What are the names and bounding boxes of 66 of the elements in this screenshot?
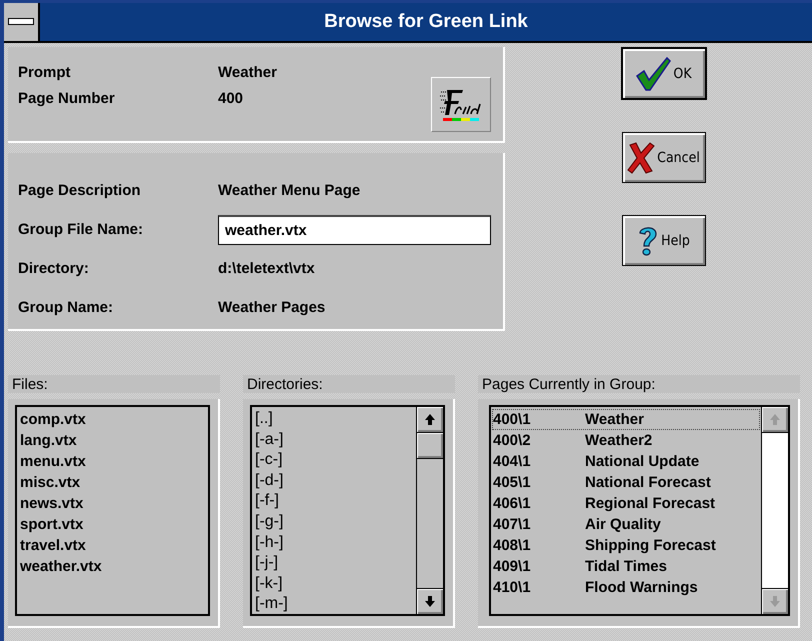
scroll-down-button[interactable] — [417, 588, 443, 614]
page-row[interactable]: 406\1 Regional Forecast — [492, 493, 760, 514]
list-title: Files: — [8, 375, 220, 393]
directory-item[interactable]: [-m-] — [255, 594, 413, 614]
window-title: Browse for Green Link — [323, 11, 529, 33]
page-row[interactable]: 400\2 Weather2 — [492, 430, 760, 451]
page-row[interactable]: 409\1 Tidal Times — [492, 556, 760, 577]
file-item[interactable]: sport.vtx — [20, 514, 205, 535]
page-row[interactable]: 410\1 Flood Warnings — [492, 577, 760, 598]
page-row[interactable]: 400\1 Weather — [492, 409, 760, 430]
field-value: Weather Menu Page — [218, 182, 360, 199]
scroll-up-button[interactable] — [762, 407, 788, 433]
file-item[interactable]: comp.vtx — [20, 409, 205, 430]
files-list[interactable]: comp.vtx lang.vtx menu.vtx misc.vtx news.vtx sport.vtx travel.vtx weather.vtx — [15, 405, 210, 616]
scroll-up-button[interactable] — [417, 407, 443, 433]
field-label: Directory: — [18, 260, 90, 277]
cancel-button[interactable]: Cancel — [622, 132, 706, 183]
directory-item[interactable]: [-d-] — [255, 470, 413, 492]
field-value: d:\teletext\vtx — [218, 260, 315, 277]
file-item[interactable]: travel.vtx — [20, 535, 205, 556]
directories-list[interactable]: [..] [-a-] [-c-] [-d-] [-f-] [-g-] [-h-] [-j-] [-k-] [-m-] — [250, 405, 445, 616]
field-label: Page Description — [18, 182, 142, 199]
directory-item[interactable]: [-a-] — [255, 430, 413, 450]
scrollbar[interactable] — [416, 407, 443, 614]
menu-bar-icon — [8, 18, 34, 26]
directory-item[interactable]: [-g-] — [255, 512, 413, 533]
page-row[interactable]: 405\1 National Forecast — [492, 472, 760, 493]
directory-item[interactable]: [-h-] — [255, 532, 413, 554]
help-button[interactable]: Help — [622, 215, 706, 266]
file-item[interactable]: misc.vtx — [20, 472, 205, 493]
question-mark-icon — [637, 224, 660, 256]
file-item[interactable]: news.vtx — [20, 493, 205, 514]
page-row[interactable]: 404\1 National Update — [492, 451, 760, 472]
up-arrow-icon — [770, 414, 780, 425]
file-item[interactable]: lang.vtx — [20, 430, 205, 451]
up-arrow-icon — [425, 414, 435, 425]
file-item[interactable]: menu.vtx — [20, 451, 205, 472]
scroll-thumb[interactable] — [417, 433, 443, 459]
file-item[interactable]: weather.vtx — [20, 556, 205, 577]
page-row[interactable]: 408\1 Shipping Forecast — [492, 535, 760, 556]
scroll-down-button[interactable] — [762, 588, 788, 614]
page-row[interactable]: 407\1 Air Quality — [492, 514, 760, 535]
field-label: Page Number — [18, 90, 116, 106]
cross-icon — [627, 142, 656, 174]
list-title: Directories: — [243, 375, 455, 393]
scrollbar[interactable] — [761, 407, 788, 614]
directory-item[interactable]: [-j-] — [255, 553, 413, 574]
system-menu-button[interactable] — [4, 3, 40, 41]
field-label: Group File Name: — [18, 221, 144, 238]
field-value: Weather Pages — [218, 299, 326, 316]
list-title: Pages Currently in Group: — [478, 375, 800, 393]
logo-button[interactable] — [431, 77, 491, 132]
check-icon — [635, 56, 672, 92]
field-label: Prompt — [18, 64, 72, 80]
directory-item[interactable]: [..] — [255, 409, 413, 430]
input-field[interactable]: weather.vtx — [218, 214, 491, 244]
directory-item[interactable]: [-c-] — [255, 450, 413, 471]
down-arrow-icon — [770, 596, 780, 607]
pages-list[interactable]: 400\1 Weather 400\2 Weather2 404\1 National Update 405\1 National Forecast 406\1 Regional Forecast 407\1 Air Quality 408\1 Shipping Forecast 409\1 Tidal Times 410\1 Flood Warnings — [489, 405, 790, 616]
down-arrow-icon — [425, 596, 435, 607]
ok-button[interactable]: OK — [620, 47, 706, 100]
field-value: 400 — [218, 90, 244, 106]
directory-item[interactable]: [-f-] — [255, 491, 413, 512]
directory-item[interactable]: [-k-] — [255, 574, 413, 594]
field-value: Weather — [218, 64, 277, 80]
field-label: Group Name: — [18, 299, 114, 316]
